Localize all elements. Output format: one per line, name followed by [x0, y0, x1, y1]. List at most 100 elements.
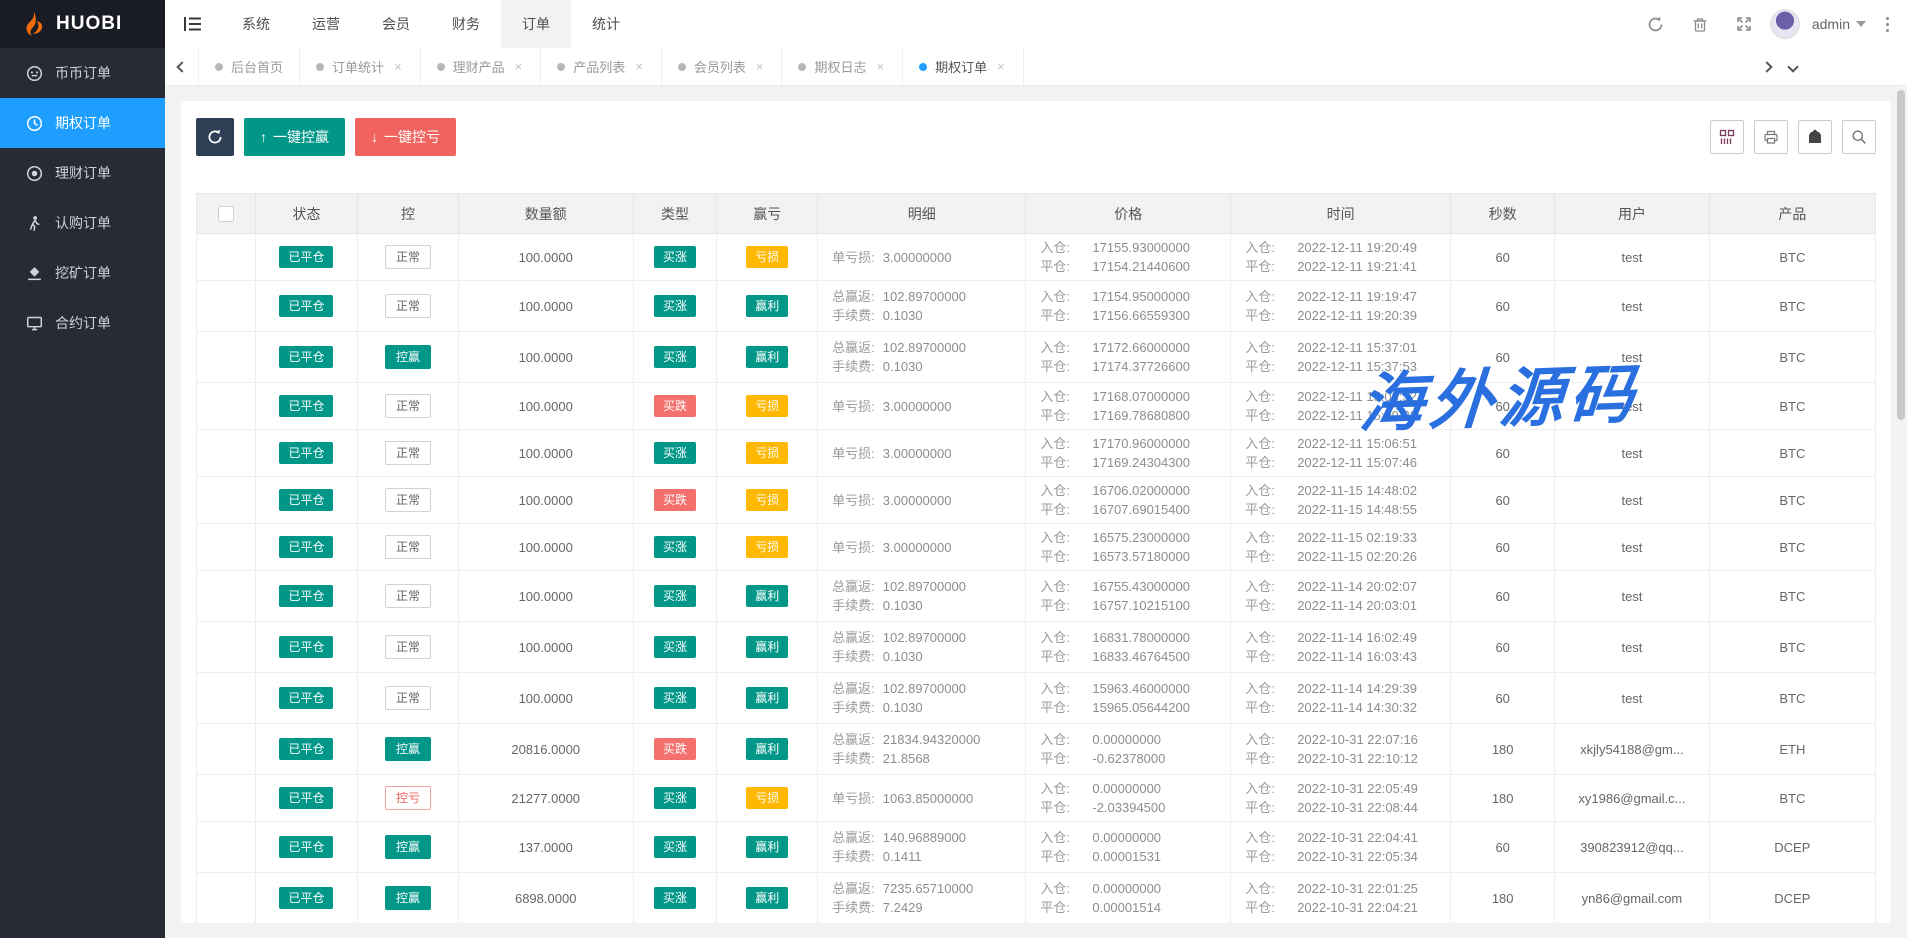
time-label: 入仓: — [1245, 287, 1297, 306]
price-label: 入仓: — [1040, 879, 1092, 898]
price-value: 17154.95000000 — [1092, 287, 1190, 306]
result-cell: 赢利 — [717, 873, 818, 924]
topnav-item-5[interactable]: 订单 — [501, 0, 571, 48]
sidebar-item-6[interactable]: 合约订单 — [0, 298, 165, 348]
control-button[interactable]: 控赢 — [385, 345, 431, 369]
detail-label: 总赢返: — [832, 338, 875, 357]
user-menu[interactable]: admin — [1808, 16, 1870, 32]
tabs-menu-icon[interactable] — [1789, 58, 1797, 76]
tab-1[interactable]: 后台首页 — [199, 48, 300, 85]
sidebar-item-5[interactable]: 挖矿订单 — [0, 248, 165, 298]
tab-3[interactable]: 理财产品× — [421, 48, 542, 85]
more-options-icon[interactable] — [1878, 17, 1897, 32]
detail-label: 单亏损: — [832, 444, 875, 463]
sidebar-item-2[interactable]: 期权订单 — [0, 98, 165, 148]
tab-label: 期权日志 — [814, 57, 866, 76]
export-icon[interactable] — [1798, 120, 1832, 154]
tabs-scroll-left-icon[interactable] — [165, 48, 199, 85]
control-button[interactable]: 正常 — [385, 245, 431, 269]
control-button[interactable]: 控亏 — [385, 786, 431, 810]
time-line: 平仓:2022-12-11 15:09:28 — [1245, 406, 1450, 425]
price-value: 16833.46764500 — [1092, 647, 1190, 666]
control-button[interactable]: 正常 — [385, 535, 431, 559]
columns-filter-icon[interactable] — [1710, 120, 1744, 154]
tab-2[interactable]: 订单统计× — [300, 48, 421, 85]
detail-value: 3.00000000 — [883, 248, 952, 267]
detail-label: 手续费: — [832, 698, 875, 717]
print-icon[interactable] — [1754, 120, 1788, 154]
search-icon[interactable] — [1842, 120, 1876, 154]
tab-close-icon[interactable]: × — [874, 59, 886, 74]
time-value: 2022-10-31 22:01:25 — [1297, 879, 1418, 898]
refresh-icon[interactable] — [1638, 4, 1674, 44]
control-button[interactable]: 正常 — [385, 394, 431, 418]
detail-cell: 单亏损:3.00000000 — [818, 430, 1026, 477]
force-lose-button[interactable]: ↓一键控亏 — [355, 118, 456, 156]
tab-close-icon[interactable]: × — [633, 59, 645, 74]
detail-value: 1063.85000000 — [883, 789, 973, 808]
price-line: 平仓:17169.78680800 — [1040, 406, 1230, 425]
orders-table: 状态 控 数量额 类型 赢亏 明细 价格 时间 秒数 用户 产品 — [196, 193, 1876, 923]
sidebar-item-4[interactable]: 认购订单 — [0, 198, 165, 248]
status-badge: 已平仓 — [279, 585, 333, 607]
product-cell: DCEP — [1709, 822, 1875, 873]
sidebar-item-1[interactable]: 币币订单 — [0, 48, 165, 98]
type-cell: 买涨 — [633, 234, 717, 281]
fullscreen-icon[interactable] — [1726, 4, 1762, 44]
product-cell: BTC — [1709, 571, 1875, 622]
tab-status-dot — [316, 63, 324, 71]
price-line: 入仓:16755.43000000 — [1040, 577, 1230, 596]
control-button[interactable]: 正常 — [385, 584, 431, 608]
select-all-checkbox[interactable] — [218, 206, 234, 222]
control-button[interactable]: 正常 — [385, 635, 431, 659]
scrollbar-thumb[interactable] — [1897, 90, 1905, 420]
control-button[interactable]: 正常 — [385, 441, 431, 465]
sidebar-item-label: 期权订单 — [55, 113, 111, 133]
tab-5[interactable]: 会员列表× — [662, 48, 783, 85]
topnav-item-6[interactable]: 统计 — [571, 0, 641, 48]
tab-close-icon[interactable]: × — [513, 59, 525, 74]
product-cell: BTC — [1709, 477, 1875, 524]
price-line: 平仓:16707.69015400 — [1040, 500, 1230, 519]
force-win-button[interactable]: ↑一键控赢 — [244, 118, 345, 156]
tab-close-icon[interactable]: × — [995, 59, 1007, 74]
tab-6[interactable]: 期权日志 × — [782, 48, 903, 85]
refresh-table-button[interactable] — [196, 118, 234, 156]
user-cell: test — [1555, 477, 1709, 524]
topnav-item-3[interactable]: 会员 — [361, 0, 431, 48]
topnav-item-4[interactable]: 财务 — [431, 0, 501, 48]
time-line: 入仓:2022-11-15 14:48:02 — [1245, 481, 1450, 500]
type-cell: 买涨 — [633, 332, 717, 383]
table-row: 已平仓正常100.0000买涨赢利总赢返:102.89700000手续费:0.1… — [197, 673, 1876, 724]
control-button[interactable]: 控赢 — [385, 835, 431, 859]
table-row: 已平仓正常100.0000买涨赢利总赢返:102.89700000手续费:0.1… — [197, 571, 1876, 622]
row-select-cell — [197, 430, 256, 477]
tab-close-icon[interactable]: × — [392, 59, 404, 74]
type-cell: 买涨 — [633, 622, 717, 673]
time-label: 平仓: — [1245, 453, 1297, 472]
tabs-scroll-right-icon[interactable] — [1763, 58, 1771, 76]
price-value: 16757.10215100 — [1092, 596, 1190, 615]
price-label: 平仓: — [1040, 306, 1092, 325]
control-button[interactable]: 控赢 — [385, 737, 431, 761]
control-button[interactable]: 控赢 — [385, 886, 431, 910]
control-button[interactable]: 正常 — [385, 488, 431, 512]
collapse-menu-icon[interactable] — [165, 0, 221, 48]
sidebar-item-3[interactable]: 理财订单 — [0, 148, 165, 198]
tab-close-icon[interactable]: × — [754, 59, 766, 74]
tab-7[interactable]: 期权订单× — [903, 48, 1024, 85]
control-button[interactable]: 正常 — [385, 294, 431, 318]
result-cell: 赢利 — [717, 822, 818, 873]
detail-cell: 总赢返:7235.65710000手续费:7.2429 — [818, 873, 1026, 924]
detail-label: 总赢返: — [832, 577, 875, 596]
price-value: -2.03394500 — [1092, 798, 1165, 817]
user-avatar[interactable] — [1770, 9, 1800, 39]
tab-4[interactable]: 产品列表× — [541, 48, 662, 85]
topnav-item-2[interactable]: 运营 — [291, 0, 361, 48]
control-button[interactable]: 正常 — [385, 686, 431, 710]
type-cell: 买涨 — [633, 430, 717, 477]
result-badge: 赢利 — [746, 887, 788, 909]
detail-cell: 单亏损:3.00000000 — [818, 524, 1026, 571]
trash-icon[interactable] — [1682, 4, 1718, 44]
topnav-item-1[interactable]: 系统 — [221, 0, 291, 48]
